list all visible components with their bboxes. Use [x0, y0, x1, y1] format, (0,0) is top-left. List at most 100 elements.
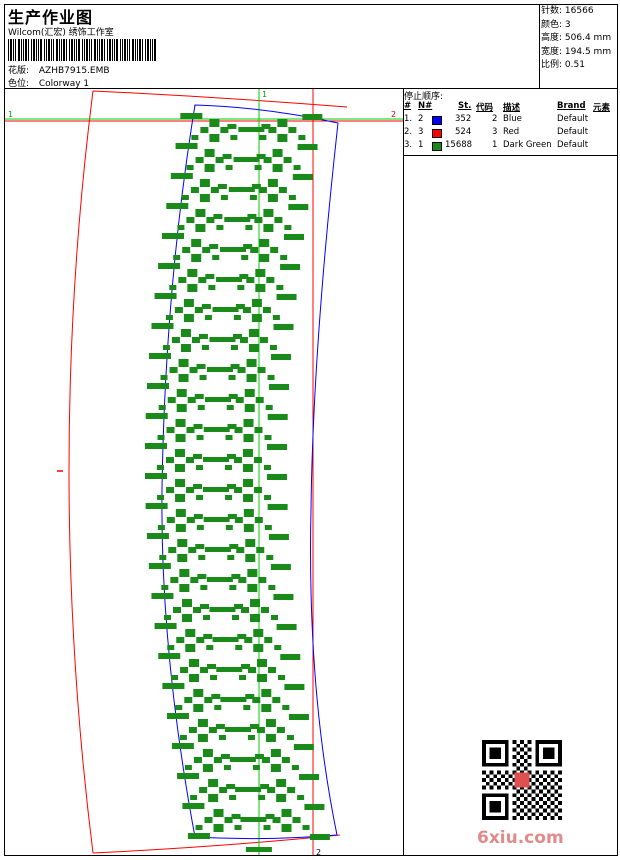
- stitch-block: [247, 584, 258, 592]
- row-index: 1.: [404, 114, 413, 124]
- stitch-block: [173, 255, 181, 260]
- stitch-block: [162, 233, 185, 239]
- stitch-block: [167, 397, 176, 403]
- row-needle: 3: [418, 127, 424, 137]
- stitch-block: [226, 784, 236, 789]
- stitch-block: [297, 795, 305, 800]
- stitch-block: [244, 404, 255, 412]
- stitch-block: [191, 135, 199, 140]
- stitch-block: [157, 495, 165, 500]
- stitch-block: [188, 727, 197, 733]
- stitch-block: [253, 457, 262, 463]
- stitch-block: [206, 367, 233, 372]
- stitch-block: [249, 724, 259, 729]
- stitch-block: [225, 165, 233, 170]
- stitch-block: [293, 165, 301, 170]
- stitch-block: [259, 239, 270, 247]
- col-header-element: 元素: [593, 103, 611, 113]
- stitch-block: [184, 697, 193, 703]
- row-description: Blue: [503, 114, 522, 124]
- guide-label-v-top: 1: [262, 90, 267, 99]
- stitch-block: [170, 577, 179, 583]
- stitch-block: [198, 555, 206, 560]
- stitch-block: [304, 804, 325, 810]
- stitch-block: [202, 487, 229, 492]
- stitch-block: [174, 464, 185, 472]
- stitch-block: [162, 683, 185, 689]
- row-brand: Default: [557, 127, 589, 137]
- stitch-block: [213, 757, 222, 763]
- stitches-label: 针数:: [541, 6, 563, 16]
- stitch-block: [193, 757, 202, 763]
- stitch-block: [175, 434, 186, 442]
- height-label: 高度:: [541, 33, 563, 43]
- stitch-block: [179, 735, 187, 740]
- stitch-block: [182, 803, 205, 809]
- stitch-block: [247, 735, 255, 740]
- stitch-block: [180, 344, 191, 352]
- stitch-block: [261, 704, 272, 712]
- stitch-block: [191, 254, 202, 262]
- stitch-block: [299, 774, 320, 780]
- stitch-block: [208, 794, 219, 802]
- stitch-block: [158, 653, 181, 659]
- height-row: 高度: 506.4 mm: [541, 32, 611, 46]
- stitch-block: [175, 494, 186, 502]
- row-description: Dark Green: [503, 140, 552, 150]
- stitch-block: [265, 405, 273, 410]
- row-brand: Default: [557, 114, 589, 124]
- stitch-block: [204, 149, 215, 157]
- stitch-block: [208, 779, 219, 787]
- stitch-block: [217, 184, 227, 189]
- stitch-block: [214, 705, 222, 710]
- stitch-block: [254, 165, 262, 170]
- stitch-block: [179, 584, 190, 592]
- stitch-block: [271, 615, 279, 620]
- stitch-block: [230, 135, 238, 140]
- stitch-block: [197, 719, 208, 727]
- stitch-block: [209, 119, 220, 127]
- row-description: Red: [503, 127, 520, 137]
- stitch-block: [235, 787, 262, 792]
- stitch-block: [270, 354, 291, 360]
- stitch-block: [251, 184, 261, 189]
- stitch-block: [198, 334, 208, 339]
- stitch-block: [167, 645, 175, 650]
- stitches-row: 针数: 16566: [541, 5, 611, 19]
- stitch-block: [251, 299, 262, 307]
- stitch-block: [228, 187, 255, 192]
- stitch-block: [246, 359, 257, 367]
- stitch-block: [233, 157, 260, 162]
- stitch-block: [203, 457, 230, 462]
- watermark-site: 6xiu.com: [477, 828, 564, 848]
- stitch-block: [195, 465, 203, 470]
- stitch-block: [253, 629, 264, 637]
- stitch-block: [249, 195, 257, 200]
- stitch-block: [196, 637, 205, 643]
- stitch-block: [160, 375, 168, 380]
- stitch-block: [267, 375, 275, 380]
- stitch-block: [239, 274, 249, 279]
- stitch-block: [263, 465, 271, 470]
- stitch-block: [267, 504, 288, 510]
- stitch-block: [247, 569, 258, 577]
- stitch-block: [198, 277, 207, 283]
- color-swatch: [432, 116, 442, 125]
- col-header-needle: N#: [418, 101, 433, 111]
- stitch-block: [186, 165, 194, 170]
- stitch-block: [224, 727, 251, 732]
- row-index: 2.: [404, 127, 413, 137]
- stitch-block: [227, 484, 237, 489]
- stitch-block: [265, 734, 276, 742]
- color-swatch: [432, 142, 442, 151]
- stitch-block: [199, 787, 208, 793]
- col-header-code: 代码: [476, 103, 494, 113]
- stitch-block: [288, 204, 309, 210]
- stitch-block: [277, 119, 288, 127]
- stitch-block: [269, 345, 277, 350]
- stitch-block: [250, 599, 261, 607]
- stitch-block: [204, 164, 215, 172]
- stitch-block: [159, 555, 167, 560]
- stitch-block: [205, 397, 232, 402]
- stitch-block: [276, 727, 285, 733]
